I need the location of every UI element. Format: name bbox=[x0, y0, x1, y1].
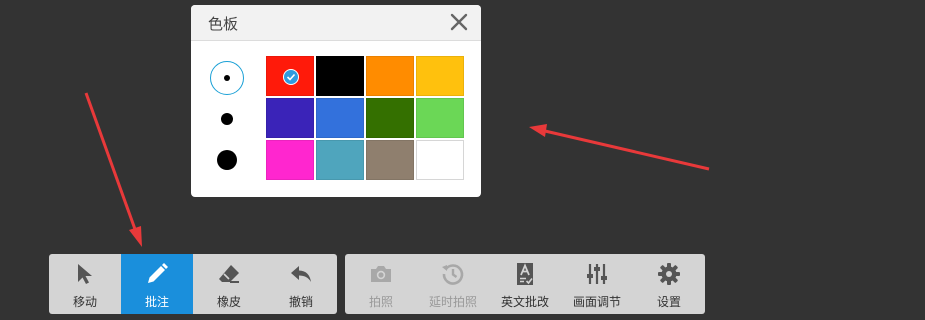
undo-label: 撤销 bbox=[288, 295, 313, 309]
eraser-tool-label: 橡皮 bbox=[216, 295, 241, 309]
move-tool-label: 移动 bbox=[72, 295, 97, 309]
checkmark-icon bbox=[283, 69, 299, 85]
color-swatch[interactable] bbox=[316, 98, 364, 138]
camera-toolbar: 拍照 延时拍照 英文批改 画面调节 设置 bbox=[345, 254, 705, 314]
palette-header: 色板 bbox=[191, 5, 481, 41]
undo-icon bbox=[291, 266, 311, 282]
photo-button[interactable]: 拍照 bbox=[345, 254, 417, 314]
english-correction-button[interactable]: 英文批改 bbox=[489, 254, 561, 314]
annotation-toolbar: 移动 批注 橡皮 撤销 bbox=[49, 254, 337, 314]
color-swatch[interactable] bbox=[366, 140, 414, 180]
color-swatch[interactable] bbox=[266, 56, 314, 96]
delayed-photo-button[interactable]: 延时拍照 bbox=[417, 254, 489, 314]
document-check-icon bbox=[517, 263, 533, 285]
history-clock-icon bbox=[442, 264, 464, 285]
color-swatch[interactable] bbox=[416, 140, 464, 180]
move-tool-button[interactable]: 移动 bbox=[49, 254, 121, 314]
brush-size-medium[interactable] bbox=[210, 102, 244, 136]
pencil-icon bbox=[148, 263, 168, 283]
gear-icon bbox=[658, 263, 680, 285]
eraser-tool-button[interactable]: 橡皮 bbox=[193, 254, 265, 314]
color-palette-panel: 色板 bbox=[191, 5, 481, 197]
sliders-icon bbox=[587, 264, 607, 284]
annotate-tool-button[interactable]: 批注 bbox=[121, 254, 193, 314]
undo-button[interactable]: 撤销 bbox=[265, 254, 337, 314]
color-swatch[interactable] bbox=[416, 98, 464, 138]
camera-icon bbox=[371, 266, 391, 282]
color-swatch[interactable] bbox=[366, 98, 414, 138]
palette-title: 色板 bbox=[208, 15, 239, 33]
brush-size-large[interactable] bbox=[210, 143, 244, 177]
color-swatch[interactable] bbox=[316, 140, 364, 180]
eraser-icon bbox=[219, 265, 239, 283]
delayed-photo-label: 延时拍照 bbox=[428, 295, 477, 309]
color-swatch[interactable] bbox=[316, 56, 364, 96]
annotate-tool-label: 批注 bbox=[144, 295, 169, 309]
small-dot bbox=[224, 75, 230, 81]
brush-size-small[interactable] bbox=[210, 61, 244, 95]
color-swatch[interactable] bbox=[266, 140, 314, 180]
color-swatch[interactable] bbox=[266, 98, 314, 138]
close-icon[interactable] bbox=[447, 10, 471, 34]
picture-adjust-button[interactable]: 画面调节 bbox=[561, 254, 633, 314]
photo-label: 拍照 bbox=[368, 295, 393, 309]
red-arrow-to-toolbar bbox=[84, 92, 142, 247]
color-swatch[interactable] bbox=[416, 56, 464, 96]
english-correction-label: 英文批改 bbox=[500, 295, 549, 309]
cursor-arrow-icon bbox=[78, 264, 92, 284]
medium-dot bbox=[221, 113, 233, 125]
picture-adjust-label: 画面调节 bbox=[572, 295, 621, 309]
settings-button[interactable]: 设置 bbox=[633, 254, 705, 314]
red-arrow-to-palette bbox=[529, 124, 710, 171]
settings-label: 设置 bbox=[656, 295, 681, 309]
color-swatch[interactable] bbox=[366, 56, 414, 96]
large-dot bbox=[217, 150, 237, 170]
